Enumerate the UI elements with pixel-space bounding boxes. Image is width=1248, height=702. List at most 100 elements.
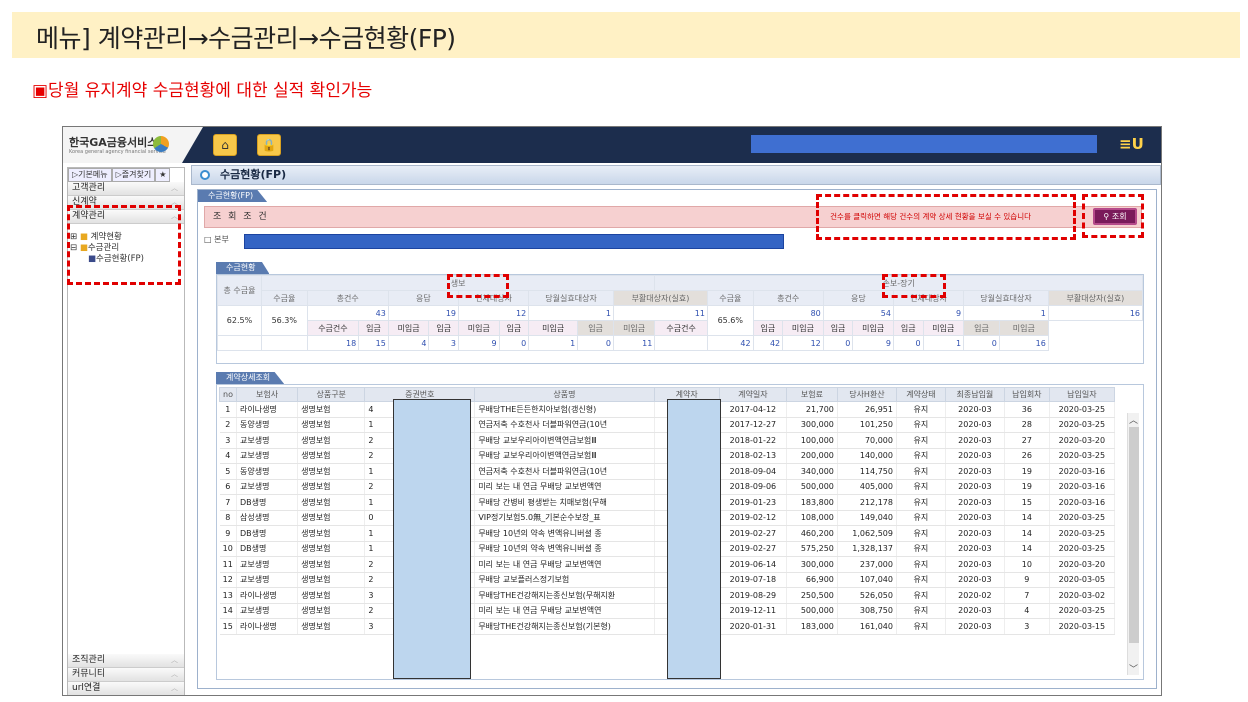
table-cell: 14 bbox=[1004, 525, 1050, 542]
top-search-bar[interactable] bbox=[751, 135, 1097, 153]
column-header[interactable]: 납입일자 bbox=[1048, 387, 1116, 402]
home-icon[interactable]: ⌂ bbox=[213, 134, 237, 156]
sub-header: 입금 bbox=[963, 320, 1000, 336]
table-cell: 유지 bbox=[896, 479, 946, 495]
count-link[interactable]: 0 bbox=[822, 335, 854, 351]
sub-header: 미입금 bbox=[387, 320, 430, 336]
table-cell: 10 bbox=[1004, 556, 1050, 573]
logo-mark-icon bbox=[153, 136, 169, 152]
column-header[interactable]: 당사H환산 bbox=[836, 387, 897, 402]
table-cell: 70,000 bbox=[837, 432, 897, 449]
table-cell: 21,700 bbox=[786, 401, 838, 418]
table-cell: 500,000 bbox=[786, 603, 838, 619]
table-cell: 2020-03-15 bbox=[1049, 618, 1116, 635]
table-cell: 26 bbox=[1004, 448, 1050, 464]
count-link[interactable]: 9 bbox=[892, 305, 965, 321]
table-cell: 생명보험 bbox=[297, 603, 366, 619]
scroll-up-icon[interactable]: ︿ bbox=[1129, 413, 1138, 426]
count-link[interactable]: 1 bbox=[528, 305, 614, 321]
table-cell: 2018-02-13 bbox=[719, 448, 787, 464]
column-header[interactable]: 보험료 bbox=[785, 387, 838, 402]
column-header[interactable]: 상품구분 bbox=[297, 387, 366, 402]
count-link[interactable]: 16 bbox=[1047, 305, 1144, 321]
count-link[interactable]: 11 bbox=[612, 305, 708, 321]
page-title: 수금현황(FP) bbox=[191, 165, 1161, 185]
sub-header: 미입금 bbox=[782, 320, 824, 336]
table-cell: 2020-03 bbox=[945, 618, 1005, 635]
count-link[interactable]: 3 bbox=[428, 335, 459, 351]
count-link[interactable]: 43 bbox=[306, 305, 389, 321]
tab-favorites[interactable]: ▷즐겨찾기 bbox=[111, 168, 156, 182]
panel-tab[interactable]: 수금현황(FP) bbox=[198, 190, 268, 202]
count-link[interactable]: 12 bbox=[782, 335, 824, 351]
main-panel: 수금현황(FP) 조 회 조 건 건수를 클릭하면 해당 건수의 계약 상세 현… bbox=[197, 189, 1157, 689]
count-link[interactable]: 54 bbox=[822, 305, 894, 321]
table-cell: 생명보험 bbox=[297, 587, 366, 604]
scrollbar-thumb[interactable] bbox=[1129, 427, 1139, 643]
column-header[interactable]: 최종납입월 bbox=[944, 387, 1005, 402]
count-link[interactable]: 1 bbox=[528, 335, 579, 351]
table-cell: 1,062,509 bbox=[837, 525, 897, 542]
column-header[interactable]: 납입회차 bbox=[1003, 387, 1050, 402]
table-cell: 2020-03-25 bbox=[1049, 603, 1116, 619]
table-cell: 9 bbox=[219, 525, 237, 542]
sidebar-item-customer[interactable]: 고객관리 ︿ bbox=[68, 182, 184, 196]
tab-basic-menu[interactable]: ▷기본메뉴 bbox=[68, 168, 112, 182]
count-link[interactable]: 18 bbox=[306, 335, 360, 351]
count-link[interactable]: 42 bbox=[706, 335, 754, 351]
col-header: 총건수 bbox=[752, 290, 824, 306]
table-cell: 2020-03-16 bbox=[1049, 479, 1116, 495]
menu-icon[interactable]: ≡U bbox=[1119, 135, 1151, 155]
count-link[interactable]: 16 bbox=[998, 335, 1049, 351]
vertical-scrollbar[interactable]: ︿ ﹀ bbox=[1127, 413, 1139, 675]
count-link[interactable]: 0 bbox=[963, 335, 1000, 351]
table-cell: VIP정기보험5.0無_기본순수보장_표 bbox=[474, 510, 655, 526]
count-link[interactable]: 1 bbox=[922, 335, 965, 351]
sidebar-item-url[interactable]: url연결 ︿ bbox=[68, 682, 184, 695]
table-cell: 4 bbox=[1004, 603, 1050, 619]
sidebar-item-community[interactable]: 커뮤니티 ︿ bbox=[68, 668, 184, 682]
count-link[interactable]: 9 bbox=[458, 335, 500, 351]
table-cell: 유지 bbox=[896, 510, 946, 526]
column-header[interactable]: 보험사 bbox=[235, 387, 299, 402]
count-link[interactable]: 42 bbox=[752, 335, 784, 351]
count-link[interactable]: 12 bbox=[457, 305, 530, 321]
star-icon[interactable]: ★ bbox=[155, 168, 171, 182]
condition-label: 조 회 조 건 bbox=[213, 212, 269, 222]
table-cell: 19 bbox=[1004, 479, 1050, 495]
count-link[interactable]: 0 bbox=[892, 335, 924, 351]
sub-header: 입금 bbox=[752, 320, 784, 336]
count-link[interactable]: 15 bbox=[358, 335, 389, 351]
lock-icon[interactable]: 🔒 bbox=[257, 134, 281, 156]
col-header: 총건수 bbox=[306, 290, 389, 306]
table-cell: 연금저축 수호천사 더블파워연금(10년 bbox=[474, 463, 655, 480]
bonbu-select[interactable] bbox=[244, 234, 784, 249]
count-link[interactable]: 0 bbox=[498, 335, 530, 351]
count-link[interactable]: 4 bbox=[387, 335, 430, 351]
table-cell: 5 bbox=[219, 463, 237, 480]
count-link[interactable]: 11 bbox=[612, 335, 656, 351]
count-link[interactable]: 0 bbox=[577, 335, 614, 351]
detail-tab[interactable]: 계약상세조회 bbox=[216, 372, 285, 384]
scroll-down-icon[interactable]: ﹀ bbox=[1129, 662, 1138, 675]
chevron-icon: ︿ bbox=[171, 184, 178, 192]
main-content: 수금현황(FP) 수금현황(FP) 조 회 조 건 건수를 클릭하면 해당 건수… bbox=[191, 165, 1161, 695]
table-cell: 3 bbox=[1004, 618, 1050, 635]
table-cell: 460,200 bbox=[786, 525, 838, 542]
table-cell: 2019-02-12 bbox=[719, 510, 787, 526]
column-header[interactable]: 상품명 bbox=[474, 387, 655, 402]
summary-tab[interactable]: 수금현황 bbox=[216, 262, 270, 274]
column-header[interactable]: 계약일자 bbox=[718, 387, 787, 402]
count-link[interactable]: 1 bbox=[963, 305, 1049, 321]
total-rate-header: 총 수금율 bbox=[217, 275, 262, 306]
count-link[interactable]: 19 bbox=[387, 305, 460, 321]
count-link[interactable]: 9 bbox=[852, 335, 894, 351]
table-cell: 생명보험 bbox=[297, 572, 366, 588]
table-cell: 101,250 bbox=[837, 417, 897, 433]
table-cell: 4 bbox=[219, 448, 237, 464]
column-header[interactable]: 계약상태 bbox=[895, 387, 946, 402]
sidebar-item-organization[interactable]: 조직관리 ︿ bbox=[68, 654, 184, 668]
column-header[interactable]: no bbox=[219, 387, 237, 402]
count-link[interactable]: 80 bbox=[752, 305, 824, 321]
table-cell: 15 bbox=[219, 618, 237, 635]
